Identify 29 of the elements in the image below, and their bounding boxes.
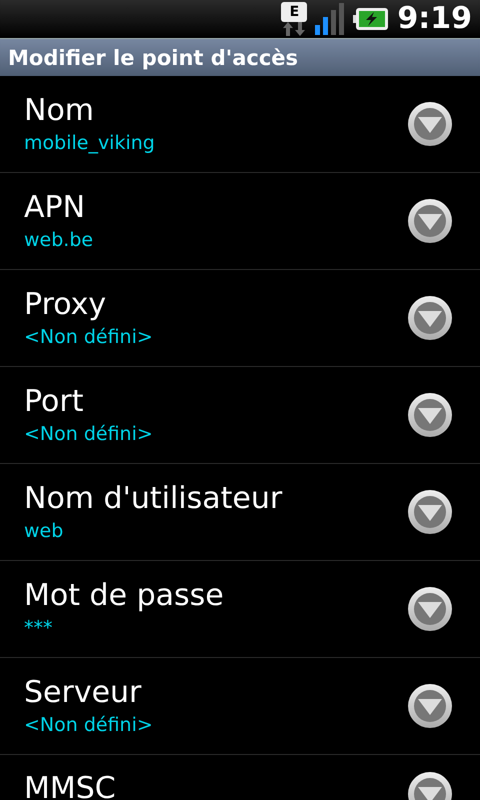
network-type-indicator: E (281, 2, 308, 22)
setting-row[interactable]: Mot de passe *** (0, 561, 480, 658)
data-arrows-icon (282, 22, 306, 36)
setting-row[interactable]: APN web.be (0, 173, 480, 270)
setting-row[interactable]: Port <Non défini> (0, 367, 480, 464)
setting-value: <Non défini> (24, 325, 153, 349)
setting-label: Nom d'utilisateur (24, 481, 282, 517)
setting-label: Nom (24, 93, 96, 129)
setting-value: mobile_viking (24, 131, 155, 155)
setting-row[interactable]: Nom d'utilisateur web (0, 464, 480, 561)
clock: 9:19 (397, 0, 472, 38)
setting-value: *** (24, 616, 54, 640)
setting-row[interactable]: MMSC (0, 755, 480, 800)
screen-title: Modifier le point d'accès (0, 38, 480, 76)
setting-label: APN (24, 190, 86, 226)
battery-charging-icon (353, 7, 390, 31)
setting-value: web (24, 519, 64, 543)
setting-row[interactable]: Nom mobile_viking (0, 76, 480, 173)
setting-value: web.be (24, 228, 94, 252)
setting-value: <Non défini> (24, 422, 153, 446)
setting-value: <Non défini> (24, 713, 153, 737)
setting-label: Proxy (24, 287, 108, 323)
setting-label: Serveur (24, 675, 142, 711)
setting-row[interactable]: Serveur <Non défini> (0, 658, 480, 755)
setting-label: Port (24, 384, 84, 420)
signal-icon (315, 3, 346, 35)
setting-label: Mot de passe (24, 578, 224, 614)
setting-label: MMSC (24, 771, 116, 800)
setting-row[interactable]: Proxy <Non défini> (0, 270, 480, 367)
